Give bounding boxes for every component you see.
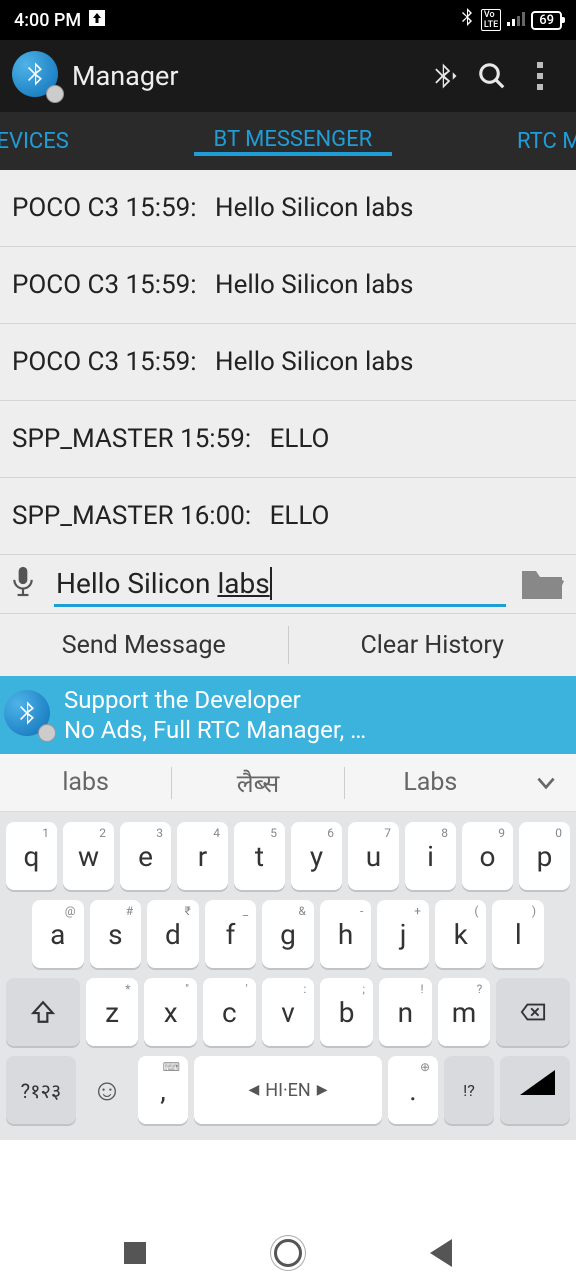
key-k[interactable]: (k	[435, 900, 487, 968]
clear-history-button[interactable]: Clear History	[289, 614, 576, 676]
key-i[interactable]: 8i	[405, 822, 456, 890]
overflow-menu-icon[interactable]	[516, 62, 564, 90]
period-key[interactable]: ⊕.	[388, 1056, 438, 1124]
app-icon	[12, 51, 62, 101]
shift-key[interactable]	[6, 978, 80, 1046]
app-bar: Manager	[0, 40, 576, 112]
action-row: Send Message Clear History	[0, 614, 576, 676]
navigation-bar	[0, 1226, 576, 1280]
backspace-key[interactable]	[496, 978, 570, 1046]
message-text: Hello Silicon labs	[215, 270, 413, 300]
key-u[interactable]: 7u	[348, 822, 399, 890]
app-title: Manager	[72, 60, 420, 92]
message-meta: POCO C3 15:59:	[12, 347, 197, 377]
key-row-2: @a#s₹d_f&g-h+j(k)l	[6, 900, 570, 968]
message-row[interactable]: POCO C3 15:59: Hello Silicon labs	[0, 170, 576, 247]
key-t[interactable]: 5t	[234, 822, 285, 890]
key-l[interactable]: )l	[492, 900, 544, 968]
volte-icon: VoLTE	[481, 9, 501, 31]
key-j[interactable]: +j	[377, 900, 429, 968]
message-text: ELLO	[270, 424, 330, 454]
message-meta: SPP_MASTER 16:00:	[12, 501, 251, 531]
key-p[interactable]: 0p	[519, 822, 570, 890]
key-z[interactable]: *z	[86, 978, 139, 1046]
message-row[interactable]: POCO C3 15:59: Hello Silicon labs	[0, 247, 576, 324]
suggestion-1[interactable]: labs	[0, 768, 171, 797]
message-input[interactable]: Hello Silicon labs​	[54, 561, 506, 607]
suggestion-2[interactable]: लैब्स	[172, 766, 343, 800]
key-a[interactable]: @a	[32, 900, 84, 968]
search-icon[interactable]	[468, 61, 516, 91]
promo-banner[interactable]: Support the Developer No Ads, Full RTC M…	[0, 676, 576, 754]
bluetooth-status-icon	[459, 8, 475, 33]
key-e[interactable]: 3e	[120, 822, 171, 890]
key-c[interactable]: 'c	[203, 978, 256, 1046]
enter-key[interactable]	[500, 1056, 570, 1124]
key-o[interactable]: 9o	[462, 822, 513, 890]
battery-indicator: 69	[531, 11, 562, 30]
bt-transfer-icon[interactable]	[420, 61, 468, 91]
key-b[interactable]: ;b	[320, 978, 373, 1046]
back-button[interactable]	[430, 1239, 452, 1267]
status-bar: 4:00 PM VoLTE 69	[0, 0, 576, 40]
key-x[interactable]: "x	[144, 978, 197, 1046]
send-button[interactable]: Send Message	[0, 614, 288, 676]
key-d[interactable]: ₹d	[147, 900, 199, 968]
key-w[interactable]: 2w	[63, 822, 114, 890]
recent-apps-button[interactable]	[124, 1242, 146, 1264]
key-f[interactable]: _f	[205, 900, 257, 968]
suggestion-bar: labs लैब्स Labs	[0, 754, 576, 812]
message-list: POCO C3 15:59: Hello Silicon labs POCO C…	[0, 170, 576, 555]
message-text: Hello Silicon labs	[215, 193, 413, 223]
key-g[interactable]: &g	[262, 900, 314, 968]
emoji-key[interactable]: ☺	[82, 1056, 132, 1124]
message-meta: POCO C3 15:59:	[12, 193, 197, 223]
tab-bar: DEVICES BT MESSENGER RTC MA	[0, 112, 576, 170]
key-h[interactable]: -h	[320, 900, 372, 968]
punct-key[interactable]: !?	[444, 1056, 494, 1124]
key-row-4: ?१२३ ☺ ⌨, ◀HI·EN▶ ⊕. !?	[6, 1056, 570, 1124]
key-r[interactable]: 4r	[177, 822, 228, 890]
expand-suggestions-icon[interactable]	[516, 770, 576, 796]
key-q[interactable]: 1q	[6, 822, 57, 890]
message-row[interactable]: POCO C3 15:59: Hello Silicon labs	[0, 324, 576, 401]
promo-icon	[4, 690, 54, 740]
mic-icon[interactable]	[10, 564, 40, 604]
message-row[interactable]: SPP_MASTER 16:00: ELLO	[0, 478, 576, 555]
message-meta: SPP_MASTER 15:59:	[12, 424, 251, 454]
key-y[interactable]: 6y	[291, 822, 342, 890]
comma-key[interactable]: ⌨,	[138, 1056, 188, 1124]
symbols-key[interactable]: ?१२३	[6, 1056, 76, 1124]
signal-icon	[507, 10, 525, 31]
key-row-1: 1q2w3e4r5t6y7u8i9o0p	[6, 822, 570, 890]
compose-row: Hello Silicon labs​	[0, 555, 576, 614]
message-text: ELLO	[270, 501, 330, 531]
key-n[interactable]: !n	[379, 978, 432, 1046]
tab-bt-messenger[interactable]: BT MESSENGER	[194, 127, 393, 156]
promo-text: Support the Developer No Ads, Full RTC M…	[64, 685, 366, 745]
message-meta: POCO C3 15:59:	[12, 270, 197, 300]
key-s[interactable]: #s	[90, 900, 142, 968]
tab-rtc-manager[interactable]: RTC MA	[497, 112, 576, 170]
keyboard: 1q2w3e4r5t6y7u8i9o0p @a#s₹d_f&g-h+j(k)l …	[0, 812, 576, 1140]
home-button[interactable]	[274, 1239, 302, 1267]
suggestion-3[interactable]: Labs	[345, 768, 516, 797]
clock-text: 4:00 PM	[14, 10, 81, 31]
key-v[interactable]: :v	[262, 978, 315, 1046]
message-row[interactable]: SPP_MASTER 15:59: ELLO	[0, 401, 576, 478]
key-row-3: *z"x'c:v;b!n?m	[6, 978, 570, 1046]
message-text: Hello Silicon labs	[215, 347, 413, 377]
folder-icon[interactable]	[520, 563, 564, 605]
upload-icon	[89, 10, 105, 31]
key-m[interactable]: ?m	[438, 978, 491, 1046]
tab-devices[interactable]: DEVICES	[0, 112, 89, 170]
space-key[interactable]: ◀HI·EN▶	[194, 1056, 382, 1124]
